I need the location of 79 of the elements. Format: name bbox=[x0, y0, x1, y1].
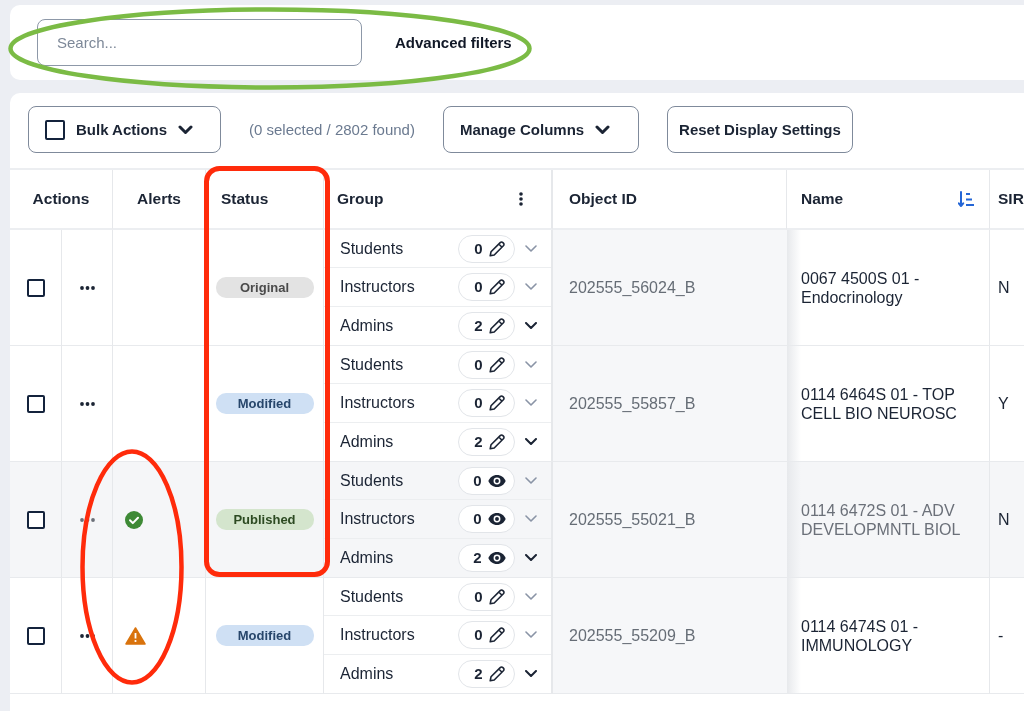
status-badge: Original bbox=[215, 277, 314, 298]
group-name: Admins bbox=[340, 548, 395, 567]
count-button[interactable]: 0 bbox=[458, 621, 515, 649]
group-name: Students bbox=[340, 471, 405, 490]
group-name: Instructors bbox=[340, 626, 416, 644]
bulk-actions-button[interactable]: Bulk Actions bbox=[28, 106, 221, 153]
column-header: Name bbox=[801, 190, 844, 208]
column-header: Actions bbox=[32, 190, 90, 208]
checkbox[interactable] bbox=[26, 278, 45, 297]
course-name-cell: 0114 6474S 01 - IMMUNOLOGY bbox=[787, 578, 990, 694]
count-button[interactable]: 0 bbox=[458, 505, 515, 533]
chevron-down-icon bbox=[178, 124, 194, 135]
ellipsis-icon[interactable] bbox=[79, 401, 95, 406]
pencil-icon bbox=[488, 433, 505, 450]
chevron-down-icon bbox=[595, 124, 611, 135]
pencil-icon bbox=[488, 317, 505, 334]
pencil-icon bbox=[488, 356, 505, 373]
group-name: Admins bbox=[340, 664, 395, 683]
course-name-cell: 0114 6464S 01 - TOP CELL BIO NEUROSC bbox=[787, 346, 990, 462]
chevron-down-icon[interactable] bbox=[525, 670, 537, 678]
count-button[interactable]: 0 bbox=[458, 234, 515, 263]
count-button[interactable]: 0 bbox=[458, 582, 515, 611]
status-badge: Modified bbox=[215, 393, 314, 414]
ellipsis-icon[interactable] bbox=[79, 285, 95, 290]
kebab-menu-icon[interactable] bbox=[519, 192, 523, 206]
sirs-value: - bbox=[998, 626, 1004, 645]
reset-display-settings-button[interactable]: Reset Display Settings bbox=[666, 106, 853, 153]
checkbox[interactable] bbox=[45, 119, 65, 140]
count-button[interactable]: 2 bbox=[458, 427, 515, 456]
group-name: Admins bbox=[340, 432, 395, 451]
column-header: SIR bbox=[998, 190, 1024, 208]
pencil-icon bbox=[488, 627, 505, 643]
group-name: Admins bbox=[340, 316, 395, 335]
advanced-filters-link[interactable]: Advanced filters bbox=[395, 34, 512, 51]
count-button[interactable]: 0 bbox=[458, 389, 515, 417]
eye-icon bbox=[487, 513, 506, 525]
pencil-icon bbox=[488, 279, 505, 295]
search-field[interactable]: Search... bbox=[37, 19, 362, 66]
course-name-cell: 0067 4500S 01 - Endocrinology bbox=[787, 230, 990, 346]
checkbox[interactable] bbox=[26, 394, 45, 413]
count-button[interactable]: 0 bbox=[458, 466, 515, 495]
manage-columns-button[interactable]: Manage Columns bbox=[442, 106, 639, 153]
count-button[interactable]: 2 bbox=[458, 543, 515, 572]
pencil-icon bbox=[488, 240, 505, 257]
group-name: Students bbox=[340, 355, 405, 374]
chevron-down-icon[interactable] bbox=[525, 322, 537, 330]
column-header: Alerts bbox=[137, 190, 181, 208]
group-name: Students bbox=[340, 239, 405, 258]
column-header: Group bbox=[337, 190, 384, 208]
sirs-value: Y bbox=[998, 394, 1009, 413]
status-badge: Published bbox=[215, 509, 314, 530]
chevron-down-icon[interactable] bbox=[525, 554, 537, 562]
column-header: Status bbox=[221, 190, 269, 208]
pencil-icon bbox=[488, 588, 505, 605]
count-button[interactable]: 0 bbox=[458, 350, 515, 379]
sirs-value: N bbox=[998, 278, 1010, 297]
status-badge: Modified bbox=[215, 625, 314, 646]
pencil-icon bbox=[488, 395, 505, 411]
checkbox[interactable] bbox=[26, 510, 45, 529]
group-name: Instructors bbox=[340, 278, 416, 296]
course-name-cell: 0114 6472S 01 - ADV DEVELOPMNTL BIOL bbox=[787, 462, 990, 578]
chevron-down-icon[interactable] bbox=[525, 438, 537, 446]
eye-icon bbox=[487, 474, 506, 487]
object-id-cell: 202555_55209_B bbox=[553, 578, 787, 694]
count-button[interactable]: 0 bbox=[458, 273, 515, 301]
pencil-icon bbox=[488, 665, 505, 682]
group-name: Students bbox=[340, 587, 405, 606]
group-name: Instructors bbox=[340, 510, 416, 528]
count-button[interactable]: 2 bbox=[458, 659, 515, 688]
selection-count: (0 selected / 2802 found) bbox=[249, 121, 415, 138]
sort-icon[interactable] bbox=[958, 190, 974, 208]
sirs-value: N bbox=[998, 510, 1010, 529]
count-button[interactable]: 2 bbox=[458, 311, 515, 340]
group-name: Instructors bbox=[340, 394, 416, 412]
column-header: Object ID bbox=[569, 190, 638, 208]
object-id-cell: 202555_56024_B bbox=[553, 230, 787, 346]
object-id-cell: 202555_55857_B bbox=[553, 346, 787, 462]
eye-icon bbox=[487, 551, 506, 564]
checkbox[interactable] bbox=[26, 626, 45, 645]
